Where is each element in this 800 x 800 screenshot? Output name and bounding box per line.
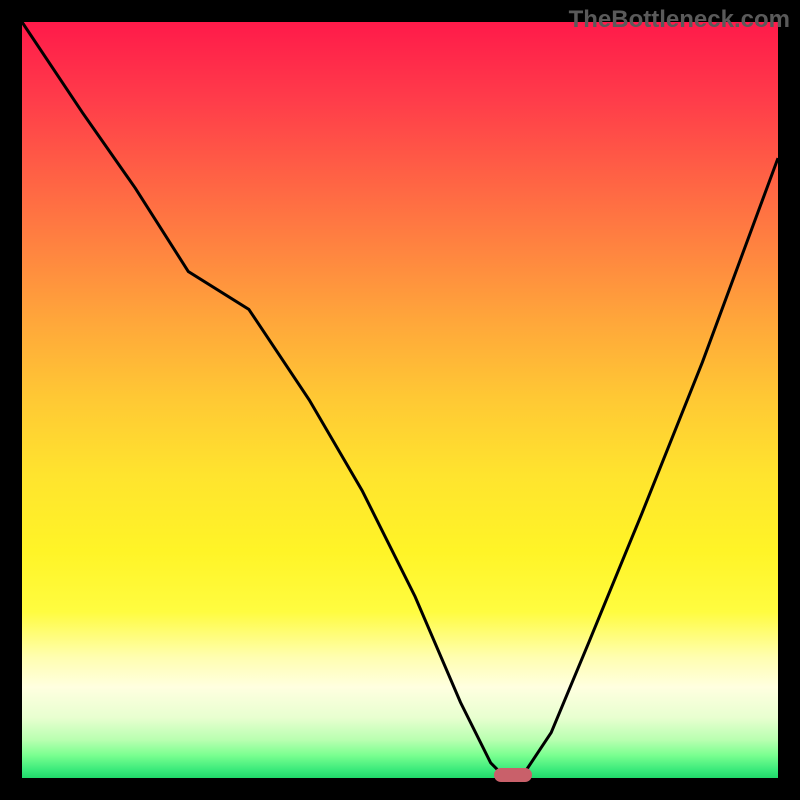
- optimal-marker: [494, 768, 532, 782]
- attribution-label: TheBottleneck.com: [569, 6, 790, 34]
- chart-container: TheBottleneck.com: [0, 0, 800, 800]
- curve-svg: [22, 22, 778, 778]
- plot-area: [22, 22, 778, 778]
- bottleneck-curve: [22, 22, 778, 778]
